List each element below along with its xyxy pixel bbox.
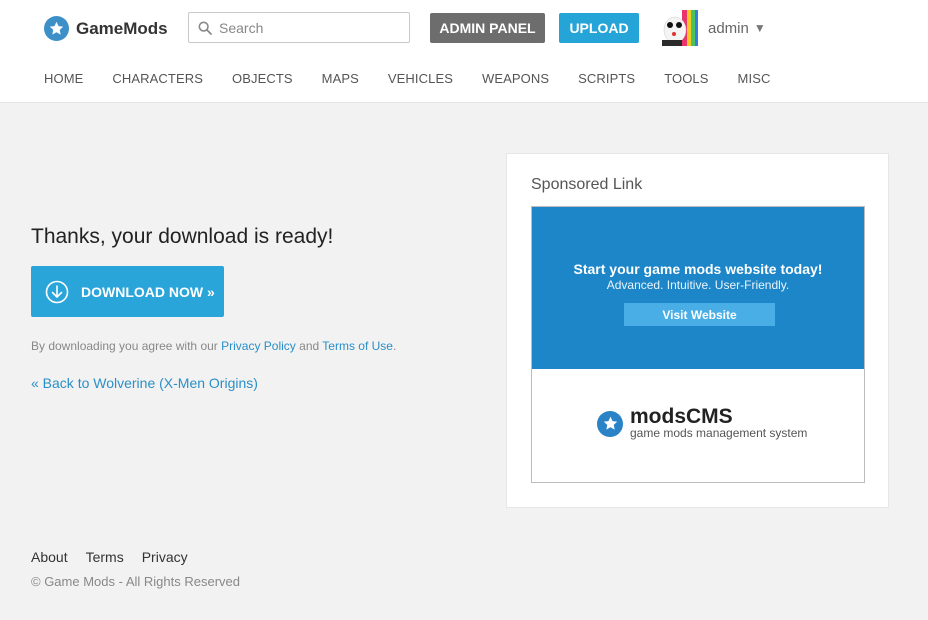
ad-banner[interactable]: Start your game mods website today! Adva… xyxy=(531,206,865,483)
nav-item-vehicles[interactable]: VEHICLES xyxy=(388,71,453,86)
ad-banner-top: Start your game mods website today! Adva… xyxy=(532,207,864,369)
site-logo[interactable]: GameMods xyxy=(44,16,168,41)
caret-down-icon: ▼ xyxy=(753,21,766,35)
user-menu[interactable]: admin ▼ xyxy=(662,10,766,46)
agreement-prefix: By downloading you agree with our xyxy=(31,339,222,353)
nav-item-weapons[interactable]: WEAPONS xyxy=(482,71,549,86)
brand-name: GameMods xyxy=(76,18,168,38)
terms-of-use-link[interactable]: Terms of Use xyxy=(322,339,393,353)
ad-brand-text: modsCMS game mods management system xyxy=(630,405,808,440)
ad-brand-name: modsCMS xyxy=(630,405,733,428)
download-now-button[interactable]: DOWNLOAD NOW » xyxy=(31,266,224,317)
search-box[interactable] xyxy=(188,12,410,43)
privacy-policy-link[interactable]: Privacy Policy xyxy=(221,339,296,353)
footer-links: About Terms Privacy xyxy=(31,549,206,565)
nav-item-home[interactable]: HOME xyxy=(44,71,83,86)
avatar xyxy=(662,10,698,46)
agreement-text: By downloading you agree with our Privac… xyxy=(31,339,396,353)
nav-item-maps[interactable]: MAPS xyxy=(322,71,359,86)
download-now-label: DOWNLOAD NOW » xyxy=(81,283,215,300)
page-title: Thanks, your download is ready! xyxy=(31,225,334,248)
search-input[interactable] xyxy=(219,19,399,36)
sponsored-title: Sponsored Link xyxy=(531,176,643,193)
agreement-suffix: . xyxy=(392,339,397,353)
back-link[interactable]: « Back to Wolverine (X-Men Origins) xyxy=(31,375,258,391)
nav-item-tools[interactable]: TOOLS xyxy=(664,71,708,86)
visit-website-button[interactable]: Visit Website xyxy=(624,303,775,326)
ad-brand: modsCMS game mods management system xyxy=(597,405,808,440)
search-icon xyxy=(198,21,212,35)
main-nav: HOME CHARACTERS OBJECTS MAPS VEHICLES WE… xyxy=(44,71,799,86)
ad-headline: Start your game mods website today! xyxy=(573,261,823,277)
footer-link-terms[interactable]: Terms xyxy=(86,549,124,565)
site-header: GameMods ADMIN PANEL UPLOAD admin ▼ HO xyxy=(0,0,928,103)
ad-subheadline: Advanced. Intuitive. User-Friendly. xyxy=(606,278,790,292)
user-name: admin xyxy=(708,19,749,37)
copyright: © Game Mods - All Rights Reserved xyxy=(31,574,240,589)
footer-link-about[interactable]: About xyxy=(31,549,68,565)
sponsored-panel: Sponsored Link Start your game mods webs… xyxy=(506,153,889,508)
admin-panel-button[interactable]: ADMIN PANEL xyxy=(430,13,545,43)
agreement-and: and xyxy=(295,339,323,353)
ad-brand-tagline: game mods management system xyxy=(630,426,808,440)
star-icon xyxy=(44,16,69,41)
download-arrow-icon xyxy=(45,280,69,303)
upload-button[interactable]: UPLOAD xyxy=(559,13,639,43)
nav-item-scripts[interactable]: SCRIPTS xyxy=(578,71,635,86)
nav-item-objects[interactable]: OBJECTS xyxy=(232,71,293,86)
nav-item-characters[interactable]: CHARACTERS xyxy=(112,71,203,86)
footer-link-privacy[interactable]: Privacy xyxy=(142,549,188,565)
nav-item-misc[interactable]: MISC xyxy=(738,71,771,86)
star-icon xyxy=(597,410,623,437)
